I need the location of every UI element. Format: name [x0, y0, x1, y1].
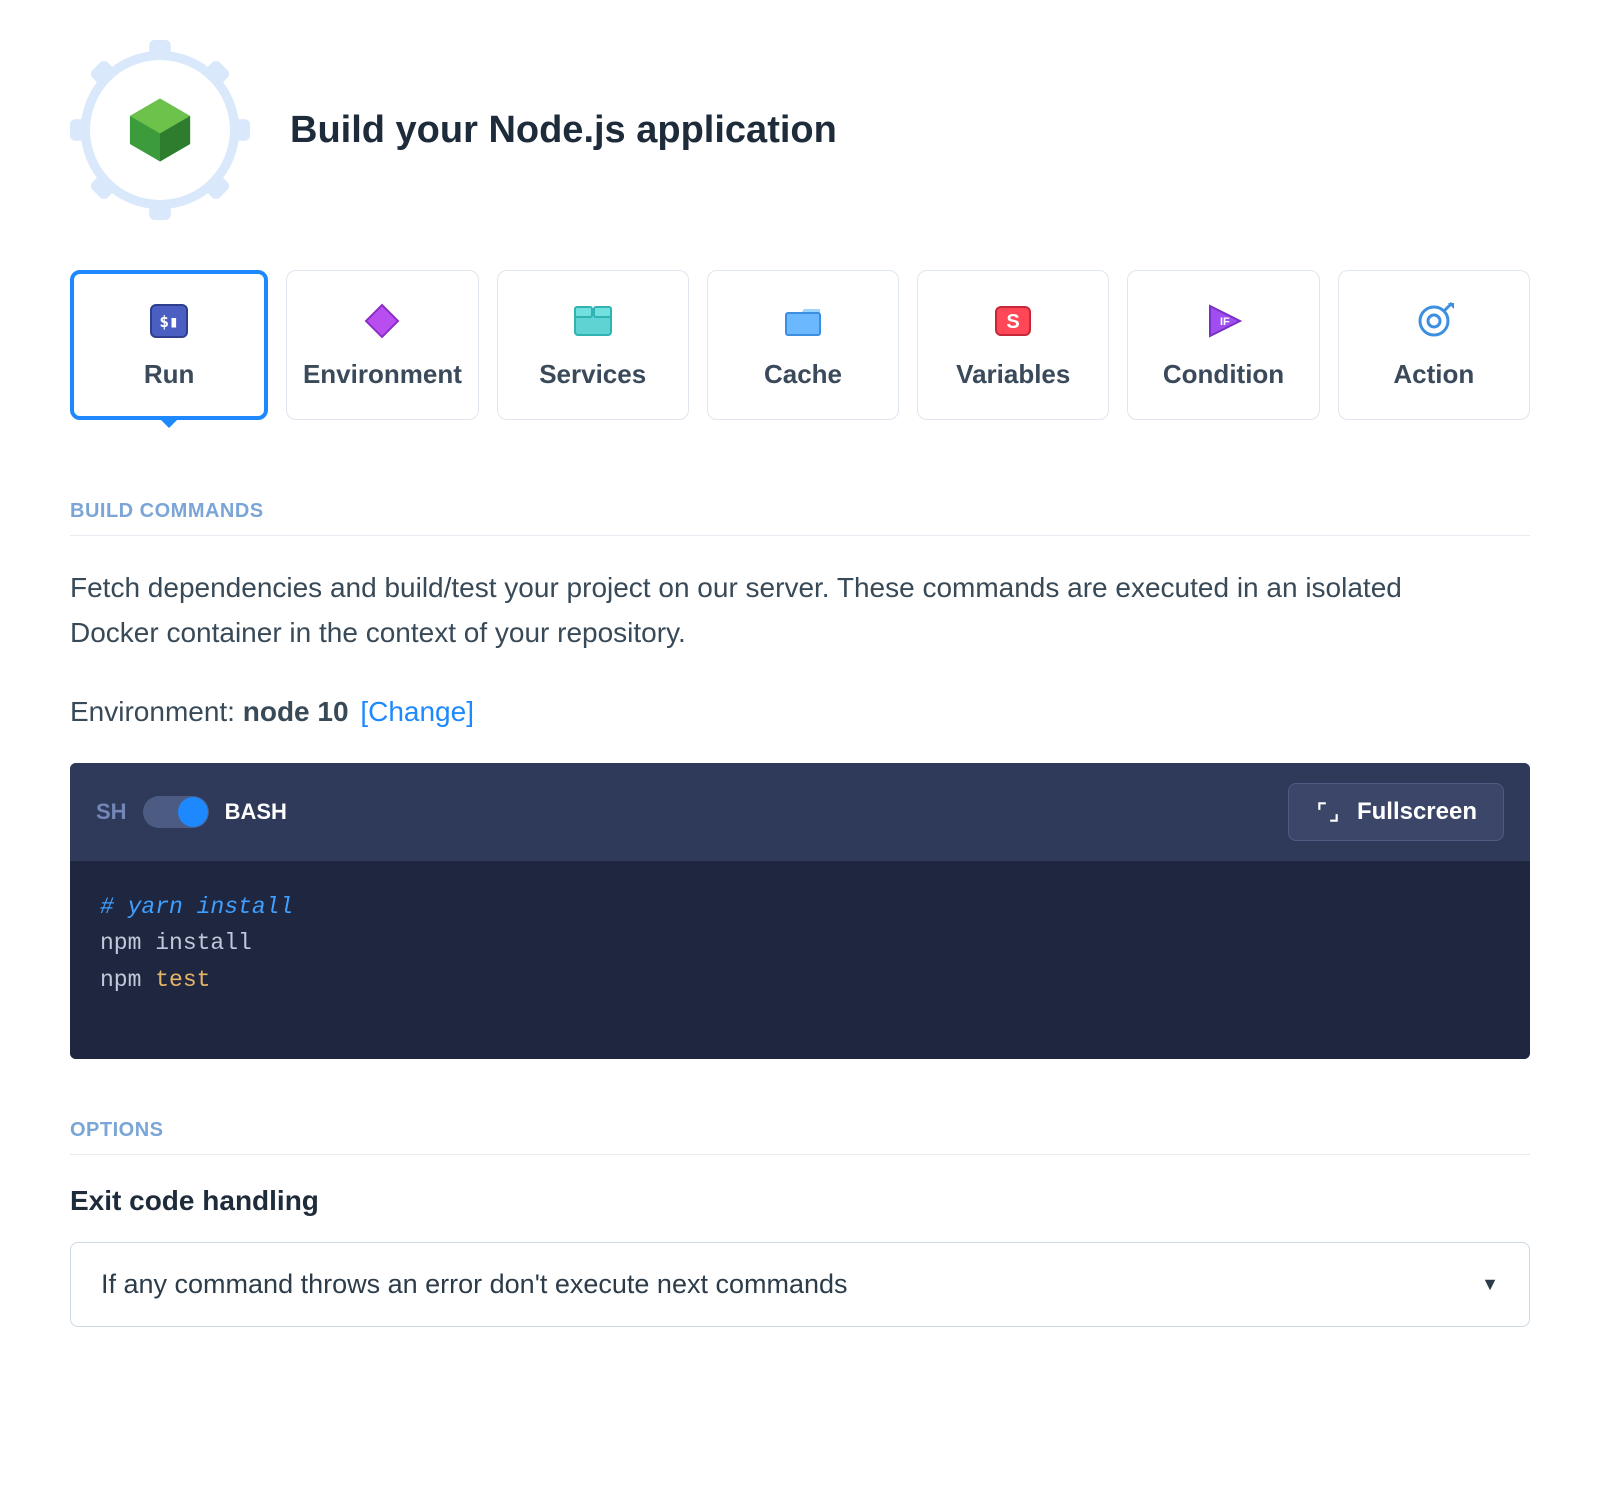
environment-value: node 10 — [243, 696, 349, 727]
tab-label: Condition — [1163, 359, 1284, 390]
editor-body[interactable]: # yarn install npm install npm test — [70, 861, 1530, 1059]
svg-text:IF: IF — [1220, 316, 1230, 328]
target-icon — [1414, 301, 1454, 341]
build-description: Fetch dependencies and build/test your p… — [70, 566, 1450, 656]
tab-strip: $▮ Run Environment Services Cache S Vari… — [70, 270, 1530, 420]
tab-environment[interactable]: Environment — [286, 270, 478, 420]
editor-toolbar: SH BASH Fullscreen — [70, 763, 1530, 861]
tab-label: Services — [539, 359, 646, 390]
nodejs-icon — [125, 95, 195, 165]
tab-label: Run — [144, 359, 195, 390]
tab-label: Variables — [956, 359, 1070, 390]
environment-label: Environment: — [70, 696, 243, 727]
section-label-options: OPTIONS — [70, 1069, 1530, 1155]
tab-condition[interactable]: IF Condition — [1127, 270, 1319, 420]
fullscreen-icon — [1315, 799, 1341, 825]
environment-line: Environment: node 10 [Change] — [70, 696, 1530, 728]
page-title: Build your Node.js application — [290, 109, 837, 152]
tab-action[interactable]: Action — [1338, 270, 1530, 420]
tab-run[interactable]: $▮ Run — [70, 270, 268, 420]
tab-label: Environment — [303, 359, 462, 390]
terminal-icon: $▮ — [149, 301, 189, 341]
chevron-down-icon: ▼ — [1481, 1274, 1499, 1295]
tab-label: Cache — [764, 359, 842, 390]
tab-variables[interactable]: S Variables — [917, 270, 1109, 420]
tab-cache[interactable]: Cache — [707, 270, 899, 420]
svg-text:$▮: $▮ — [160, 312, 179, 331]
tab-label: Action — [1393, 359, 1474, 390]
shell-toggle: SH BASH — [96, 796, 287, 828]
folder-icon — [782, 301, 824, 341]
page-header: Build your Node.js application — [70, 30, 1530, 220]
play-if-icon: IF — [1204, 301, 1244, 341]
fullscreen-button[interactable]: Fullscreen — [1288, 783, 1504, 841]
svg-text:S: S — [1007, 311, 1020, 333]
variable-icon: S — [994, 301, 1032, 341]
exit-code-value: If any command throws an error don't exe… — [101, 1269, 848, 1300]
exit-code-title: Exit code handling — [70, 1185, 1530, 1217]
change-environment-link[interactable]: [Change] — [360, 696, 474, 727]
shell-bash-label: BASH — [225, 799, 287, 825]
exit-code-select[interactable]: If any command throws an error don't exe… — [70, 1242, 1530, 1327]
diamond-icon — [362, 301, 402, 341]
section-label-build: BUILD COMMANDS — [70, 450, 1530, 536]
command-editor: SH BASH Fullscreen # yarn install npm in… — [70, 763, 1530, 1059]
box-icon — [572, 301, 614, 341]
tab-services[interactable]: Services — [497, 270, 689, 420]
app-badge — [70, 40, 250, 220]
shell-switch[interactable] — [143, 796, 209, 828]
shell-sh-label: SH — [96, 799, 127, 825]
fullscreen-label: Fullscreen — [1357, 798, 1477, 826]
